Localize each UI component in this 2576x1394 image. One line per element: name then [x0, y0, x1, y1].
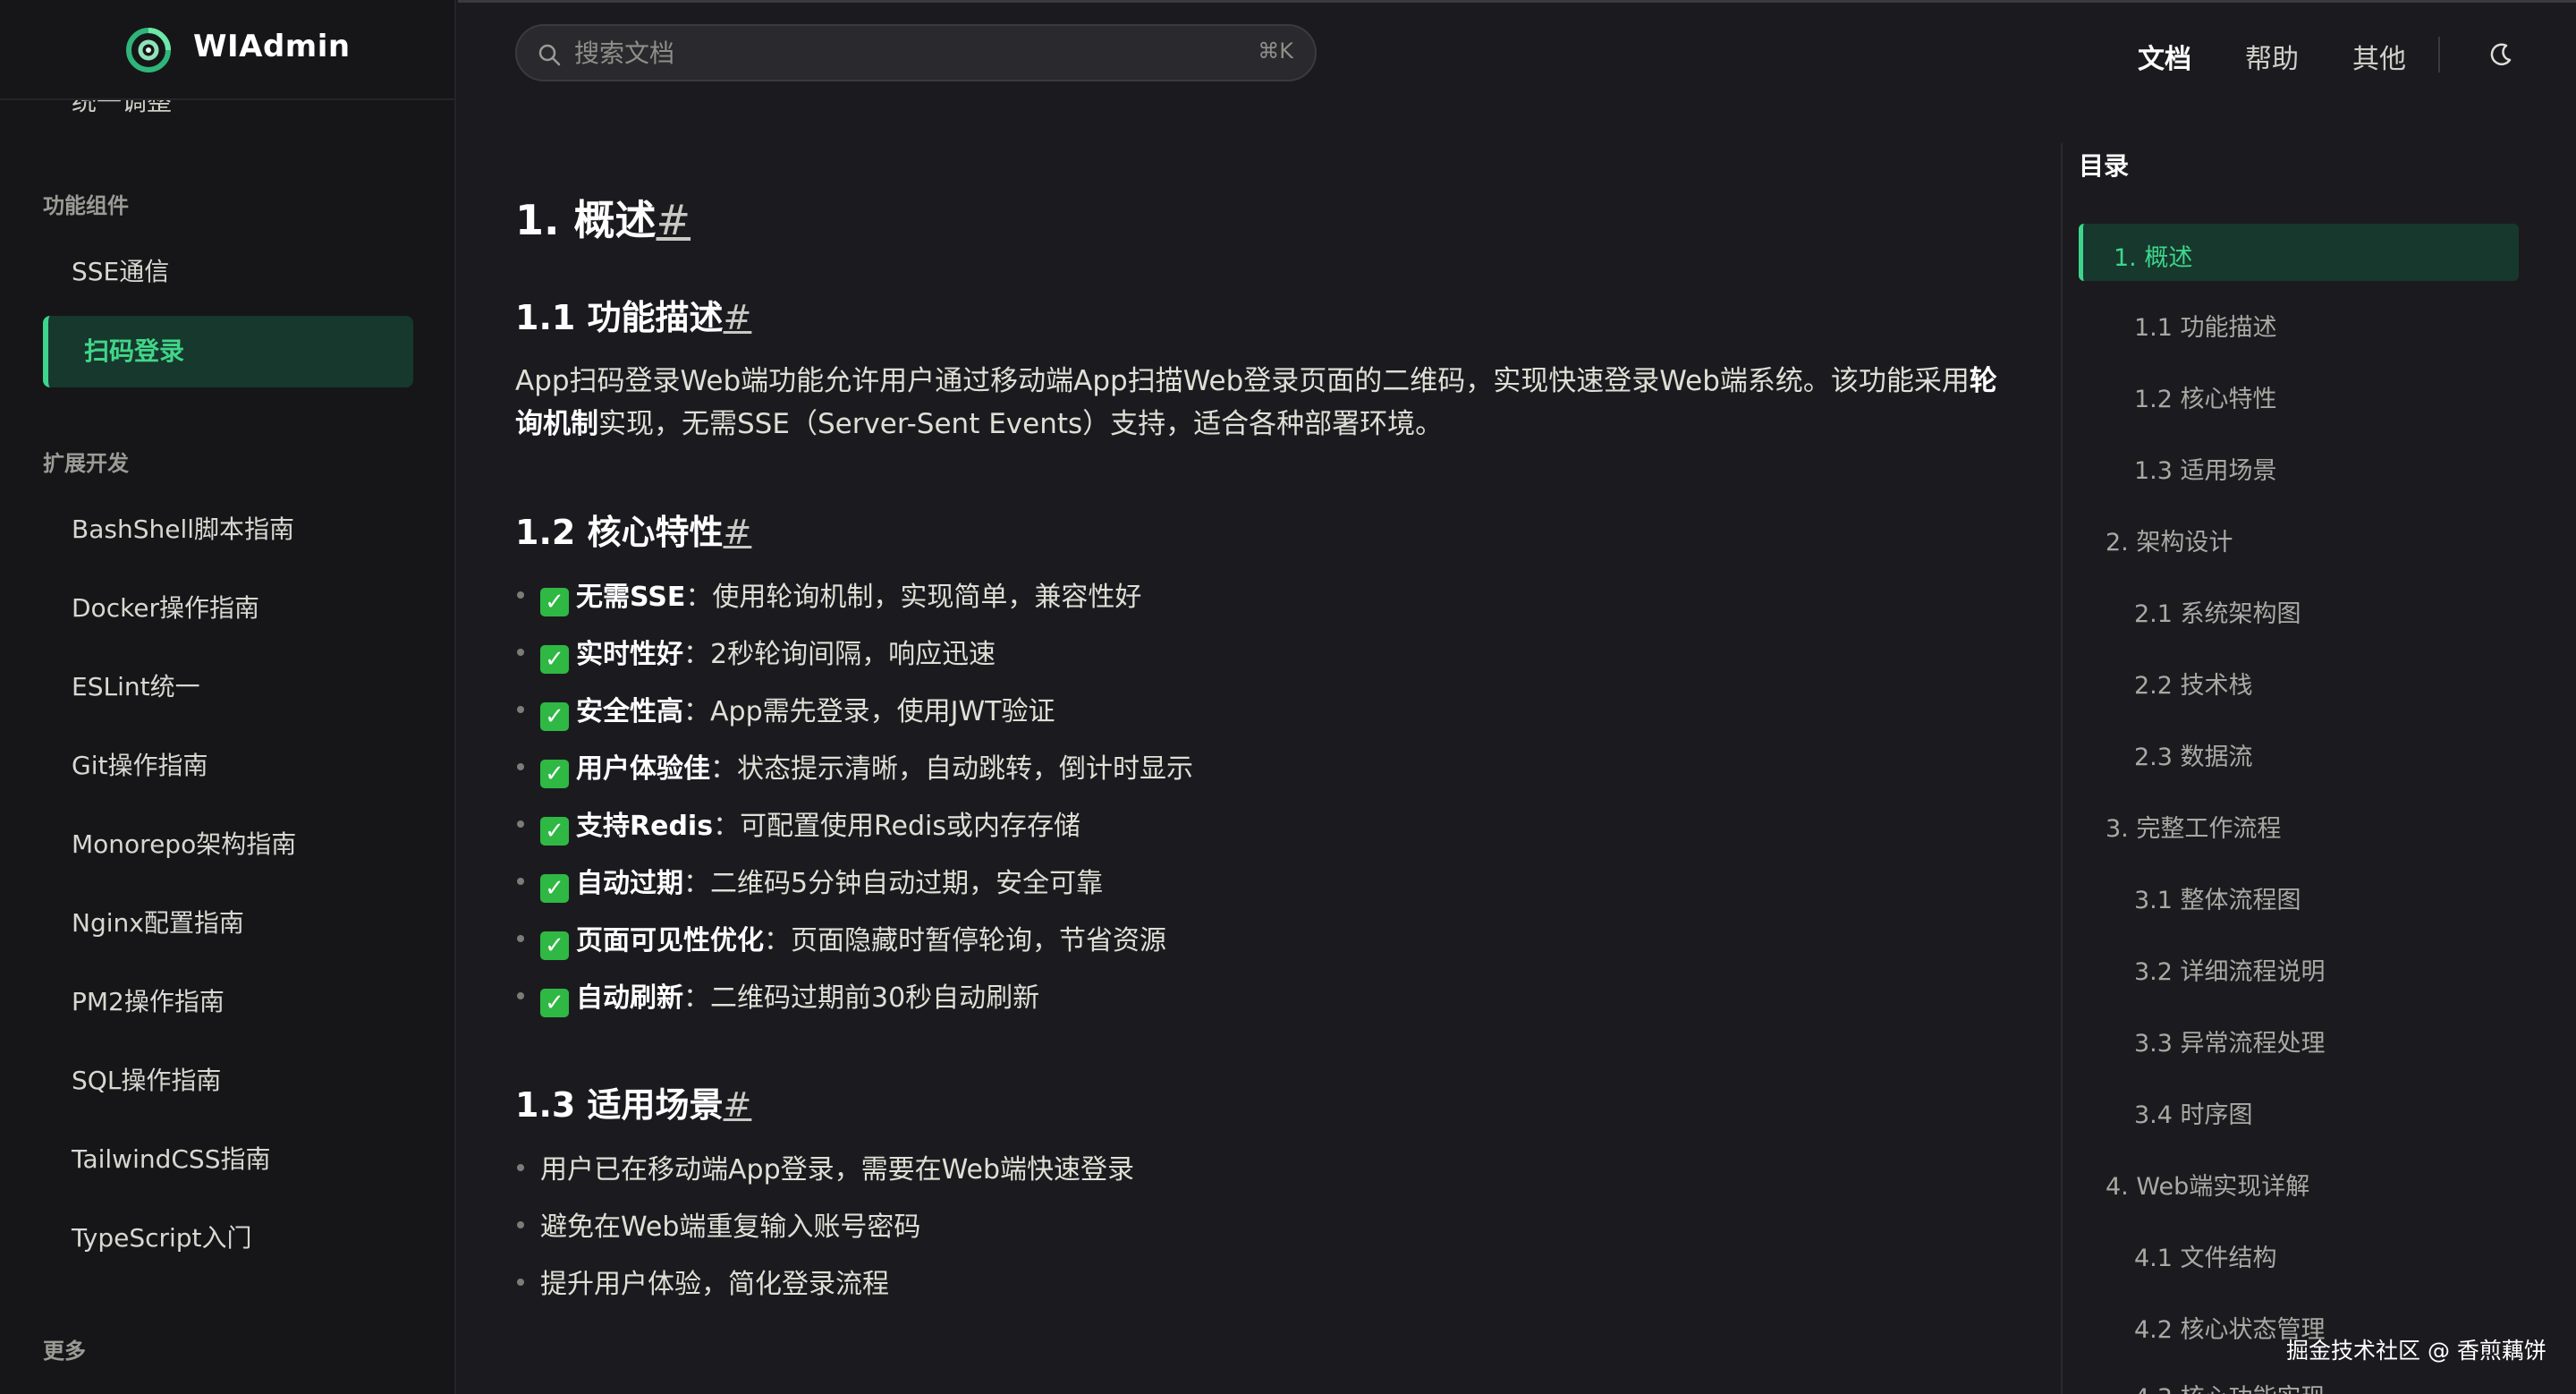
search-shortcut: ⌘K [1258, 38, 1293, 64]
sidebar-item-nginx[interactable]: Nginx配置指南 [43, 888, 413, 959]
topnav-other[interactable]: 其他 [2352, 37, 2406, 76]
table-of-contents: 目录 1. 概述 1.1 功能描述 1.2 核心特性 1.3 适用场景 2. 架… [2061, 143, 2576, 1394]
sidebar-item-bashshell[interactable]: BashShell脚本指南 [43, 494, 413, 565]
toc-item[interactable]: 4.3 核心功能实现 [2134, 1378, 2326, 1394]
toc-item[interactable]: 1.2 核心特性 [2134, 379, 2277, 414]
toc-item[interactable]: 4.1 文件结构 [2134, 1238, 2277, 1273]
heading-anchor[interactable]: # [657, 196, 691, 244]
sidebar-item-typescript[interactable]: TypeScript入门 [43, 1203, 413, 1274]
list-item: ✓ 支持Redis：可配置使用Redis或内存存储 [516, 803, 1080, 846]
brand-name: WIAdmin [193, 29, 351, 64]
check-icon: ✓ [540, 588, 569, 616]
divider [2438, 37, 2440, 72]
toc-item[interactable]: 3.1 整体流程图 [2134, 880, 2301, 915]
toc-item[interactable]: 3.4 时序图 [2134, 1095, 2253, 1130]
list-item: ✓ 自动过期：二维码5分钟自动过期，安全可靠 [516, 861, 1103, 903]
search-input[interactable] [574, 33, 1200, 72]
moon-icon[interactable] [2485, 38, 2517, 71]
toc-item[interactable]: 2. 架构设计 [2106, 523, 2233, 557]
list-item: ✓ 自动刷新：二维码过期前30秒自动刷新 [516, 975, 1039, 1017]
topnav-help[interactable]: 帮助 [2245, 37, 2299, 76]
list-item: ✓ 无需SSE：使用轮询机制，实现简单，兼容性好 [516, 574, 1141, 616]
check-icon: ✓ [540, 760, 569, 788]
list-item: 避免在Web端重复输入账号密码 [516, 1204, 920, 1244]
heading-core-features: 1.2 核心特性# [515, 513, 752, 552]
heading-function-desc: 1.1 功能描述# [515, 298, 752, 337]
search-icon [538, 44, 561, 66]
list-item: ✓ 安全性高：App需先登录，使用JWT验证 [516, 689, 1055, 731]
toc-rail [2061, 143, 2063, 1394]
sidebar-item-sse[interactable]: SSE通信 [43, 236, 413, 308]
toc-item[interactable]: 1.3 适用场景 [2134, 451, 2277, 486]
sidebar-item-monorepo[interactable]: Monorepo架构指南 [43, 809, 413, 880]
paragraph-description: App扫码登录Web端功能允许用户通过移动端App扫描Web登录页面的二维码，实… [515, 365, 1997, 440]
toc-item[interactable]: 3.3 异常流程处理 [2134, 1024, 2326, 1058]
brand-header[interactable]: WIAdmin [0, 0, 454, 100]
watermark: 掘金技术社区 @ 香煎藕饼 [2286, 1338, 2546, 1364]
heading-anchor[interactable]: # [724, 1085, 752, 1125]
sidebar-item-eslint[interactable]: ESLint统一 [43, 651, 413, 723]
check-icon: ✓ [540, 645, 569, 674]
check-icon: ✓ [540, 817, 569, 846]
sidebar-item-tailwindcss[interactable]: TailwindCSS指南 [43, 1124, 413, 1195]
check-icon: ✓ [540, 989, 569, 1017]
heading-scenarios: 1.3 适用场景# [515, 1085, 752, 1125]
sidebar: 统一调整 WIAdmin 功能组件 SSE通信 扫码登录 扩展开发 BashSh… [0, 0, 456, 1394]
logo-icon [126, 28, 171, 72]
heading-overview: 1. 概述# [515, 196, 691, 244]
sidebar-item-qr-login[interactable]: 扫码登录 [43, 316, 413, 387]
toc-item[interactable]: 3.2 详细流程说明 [2134, 952, 2326, 987]
list-item: ✓ 页面可见性优化：页面隐藏时暂停轮询，节省资源 [517, 918, 1166, 960]
sidebar-item-docker[interactable]: Docker操作指南 [43, 573, 413, 644]
check-icon: ✓ [540, 702, 569, 731]
sidebar-item-sql[interactable]: SQL操作指南 [43, 1045, 413, 1117]
heading-anchor[interactable]: # [724, 298, 752, 337]
sidebar-item-git[interactable]: Git操作指南 [43, 730, 413, 802]
top-bar: ⌘K 文档 帮助 其他 [458, 0, 2576, 100]
check-icon: ✓ [540, 931, 569, 960]
list-item: ✓ 实时性好：2秒轮询间隔，响应迅速 [516, 632, 996, 674]
search-box[interactable]: ⌘K [515, 24, 1317, 81]
toc-title: 目录 [2079, 151, 2130, 181]
sidebar-group-title: 更多 [43, 1339, 86, 1364]
toc-item[interactable]: 2.3 数据流 [2134, 737, 2253, 772]
toc-item-label: 1. 概述 [2114, 244, 2193, 272]
check-icon: ✓ [540, 874, 569, 903]
list-item: 提升用户体验，简化登录流程 [517, 1262, 889, 1301]
list-item: ✓ 用户体验佳：状态提示清晰，自动跳转，倒计时显示 [517, 746, 1193, 788]
toc-item[interactable]: 3. 完整工作流程 [2106, 809, 2281, 844]
sidebar-item-pm2[interactable]: PM2操作指南 [43, 966, 413, 1038]
topnav-docs[interactable]: 文档 [2138, 37, 2191, 76]
toc-item[interactable]: 4. Web端实现详解 [2106, 1167, 2309, 1202]
heading-anchor[interactable]: # [724, 513, 752, 552]
sidebar-group-title: 扩展开发 [43, 451, 129, 476]
app: 统一调整 WIAdmin 功能组件 SSE通信 扫码登录 扩展开发 BashSh… [0, 0, 2576, 1394]
toc-item[interactable]: 1.1 功能描述 [2134, 308, 2277, 343]
toc-item-active[interactable]: 1. 概述 [2079, 224, 2519, 281]
list-item: 用户已在移动端App登录，需要在Web端快速登录 [516, 1147, 1134, 1186]
toc-item[interactable]: 2.1 系统架构图 [2134, 594, 2301, 629]
sidebar-group-title: 功能组件 [43, 193, 129, 218]
toc-item[interactable]: 2.2 技术栈 [2134, 666, 2253, 701]
